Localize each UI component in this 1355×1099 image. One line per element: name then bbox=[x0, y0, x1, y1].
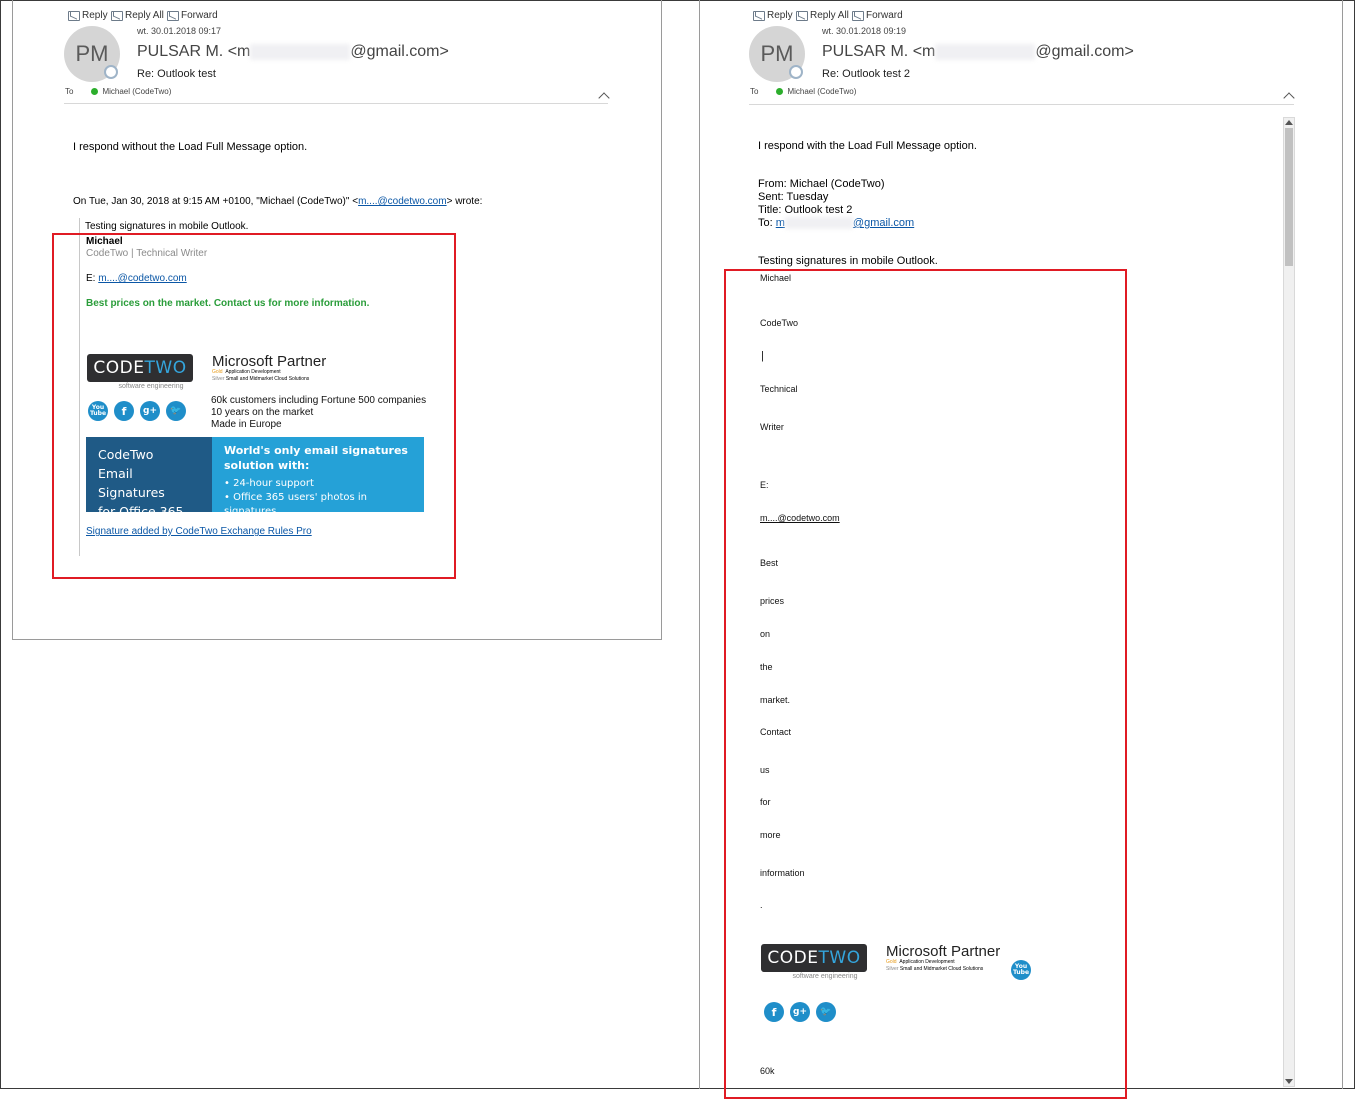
forward-sent: Sent: Tuesday bbox=[758, 191, 829, 203]
ms-gold-line: Gold Application Development bbox=[886, 959, 955, 965]
googleplus-icon[interactable]: g+ bbox=[790, 1002, 810, 1022]
signature-stats: 60k customers including Fortune 500 comp… bbox=[211, 395, 427, 430]
recipients-line-right: To Michael (CodeTwo) bbox=[750, 87, 857, 96]
sender-address-right[interactable]: PULSAR M. <m @gmail.com> bbox=[822, 43, 1134, 61]
microsoft-partner-title-right: Microsoft Partner bbox=[886, 943, 1001, 960]
scrollbar-thumb[interactable] bbox=[1285, 128, 1293, 266]
header-divider bbox=[749, 104, 1294, 105]
message-date: wt. 30.01.2018 09:17 bbox=[137, 26, 222, 36]
signature-footer-link[interactable]: Signature added by CodeTwo Exchange Rule… bbox=[86, 526, 312, 537]
forward-title: Title: Outlook test 2 bbox=[758, 204, 853, 216]
signature-banner[interactable]: CodeTwo Email Signatures for Office 365 … bbox=[86, 437, 424, 519]
message-subject: Re: Outlook test bbox=[137, 68, 216, 80]
word-dot: . bbox=[760, 900, 763, 910]
word-codetwo: CodeTwo bbox=[760, 318, 799, 328]
presence-check-icon bbox=[776, 88, 784, 95]
youtube-icon[interactable]: You Tube bbox=[1011, 960, 1031, 980]
banner-features: World's only email signatures solution w… bbox=[212, 437, 424, 517]
redacted-email bbox=[935, 43, 1036, 60]
word-us: us bbox=[760, 765, 770, 775]
word-information: information bbox=[760, 868, 805, 878]
pane-divider bbox=[699, 0, 700, 1089]
word-technical: Technical bbox=[760, 384, 798, 394]
recipient-name[interactable]: Michael (CodeTwo) bbox=[102, 87, 171, 96]
recipients-line: To Michael (CodeTwo) bbox=[65, 87, 172, 96]
word-prices: prices bbox=[760, 596, 785, 606]
signature-email-line: E: m....@codetwo.com bbox=[86, 273, 187, 284]
quoted-intro: Testing signatures in mobile Outlook. bbox=[85, 221, 249, 232]
microsoft-partner-title: Microsoft Partner bbox=[212, 353, 327, 370]
word-pipe: | bbox=[761, 350, 764, 362]
word-more: more bbox=[760, 830, 781, 840]
word-michael: Michael bbox=[760, 273, 792, 283]
reply-icon bbox=[753, 10, 765, 21]
reply-body-text: I respond without the Load Full Message … bbox=[73, 141, 308, 153]
facebook-icon[interactable]: f bbox=[764, 1002, 784, 1022]
googleplus-icon[interactable]: g+ bbox=[140, 401, 160, 421]
scroll-up-icon[interactable] bbox=[1285, 120, 1293, 125]
forward-icon bbox=[167, 10, 179, 21]
reply-button-right[interactable]: Reply bbox=[753, 10, 793, 21]
word-best: Best bbox=[760, 558, 779, 568]
signature-role: CodeTwo | Technical Writer bbox=[86, 248, 208, 259]
reply-all-button-right[interactable]: Reply All bbox=[796, 10, 849, 21]
presence-status-icon bbox=[104, 65, 118, 79]
forward-to: To: m @gmail.com bbox=[758, 217, 915, 230]
reply-icon bbox=[68, 10, 80, 21]
twitter-icon[interactable]: 🐦 bbox=[816, 1002, 836, 1022]
reply-all-icon bbox=[796, 10, 808, 21]
banner-product-name: CodeTwo Email Signatures for Office 365 bbox=[86, 437, 212, 519]
ms-silver-line: Silver Small and Midmarket Cloud Solutio… bbox=[212, 376, 310, 382]
message-date-right: wt. 30.01.2018 09:19 bbox=[822, 26, 907, 36]
right-pane-edge bbox=[1342, 0, 1343, 1089]
word-writer: Writer bbox=[760, 422, 784, 432]
forward-to-link[interactable]: m @gmail.com bbox=[776, 217, 914, 230]
word-the: the bbox=[760, 662, 773, 672]
reply-body-text-right: I respond with the Load Full Message opt… bbox=[758, 140, 977, 152]
twitter-icon[interactable]: 🐦 bbox=[166, 401, 186, 421]
recipient-name[interactable]: Michael (CodeTwo) bbox=[787, 87, 856, 96]
facebook-icon[interactable]: f bbox=[114, 401, 134, 421]
quote-attribution: On Tue, Jan 30, 2018 at 9:15 AM +0100, "… bbox=[73, 196, 483, 207]
codetwo-logo-tagline: software engineering bbox=[118, 383, 184, 390]
quote-email-link[interactable]: m....@codetwo.com bbox=[358, 196, 447, 207]
word-on: on bbox=[760, 629, 771, 639]
reply-button[interactable]: Reply bbox=[68, 10, 108, 21]
word-e: E: bbox=[760, 480, 769, 490]
forward-button[interactable]: Forward bbox=[167, 10, 218, 21]
forward-button-right[interactable]: Forward bbox=[852, 10, 903, 21]
word-market: market. bbox=[760, 695, 791, 705]
redacted-email bbox=[784, 217, 853, 230]
sender-address[interactable]: PULSAR M. <m @gmail.com> bbox=[137, 43, 449, 61]
codetwo-logo[interactable]: CODE TWO bbox=[87, 354, 193, 382]
signature-email-link-right[interactable]: m....@codetwo.com bbox=[760, 513, 840, 523]
message-subject-right: Re: Outlook test 2 bbox=[822, 68, 911, 80]
word-60k: 60k bbox=[760, 1066, 775, 1076]
word-for: for bbox=[760, 797, 771, 807]
ms-gold-line: Gold Application Development bbox=[212, 369, 281, 375]
codetwo-logo-tagline: software engineering bbox=[792, 973, 858, 980]
reply-all-button[interactable]: Reply All bbox=[111, 10, 164, 21]
quoted-intro-right: Testing signatures in mobile Outlook. bbox=[758, 255, 938, 267]
redacted-email bbox=[250, 43, 351, 60]
scroll-down-icon[interactable] bbox=[1285, 1079, 1293, 1084]
codetwo-logo-right[interactable]: CODE TWO bbox=[761, 944, 867, 972]
reply-all-icon bbox=[111, 10, 123, 21]
youtube-icon[interactable]: You Tube bbox=[88, 401, 108, 421]
forward-icon bbox=[852, 10, 864, 21]
signature-name: Michael bbox=[86, 236, 123, 247]
header-divider bbox=[64, 103, 608, 104]
forward-from: From: Michael (CodeTwo) bbox=[758, 178, 885, 190]
presence-status-icon bbox=[789, 65, 803, 79]
signature-promo: Best prices on the market. Contact us fo… bbox=[86, 298, 370, 309]
word-contact: Contact bbox=[760, 727, 792, 737]
ms-silver-line: Silver Small and Midmarket Cloud Solutio… bbox=[886, 966, 984, 972]
presence-check-icon bbox=[91, 88, 99, 95]
signature-email-link[interactable]: m....@codetwo.com bbox=[98, 273, 187, 284]
